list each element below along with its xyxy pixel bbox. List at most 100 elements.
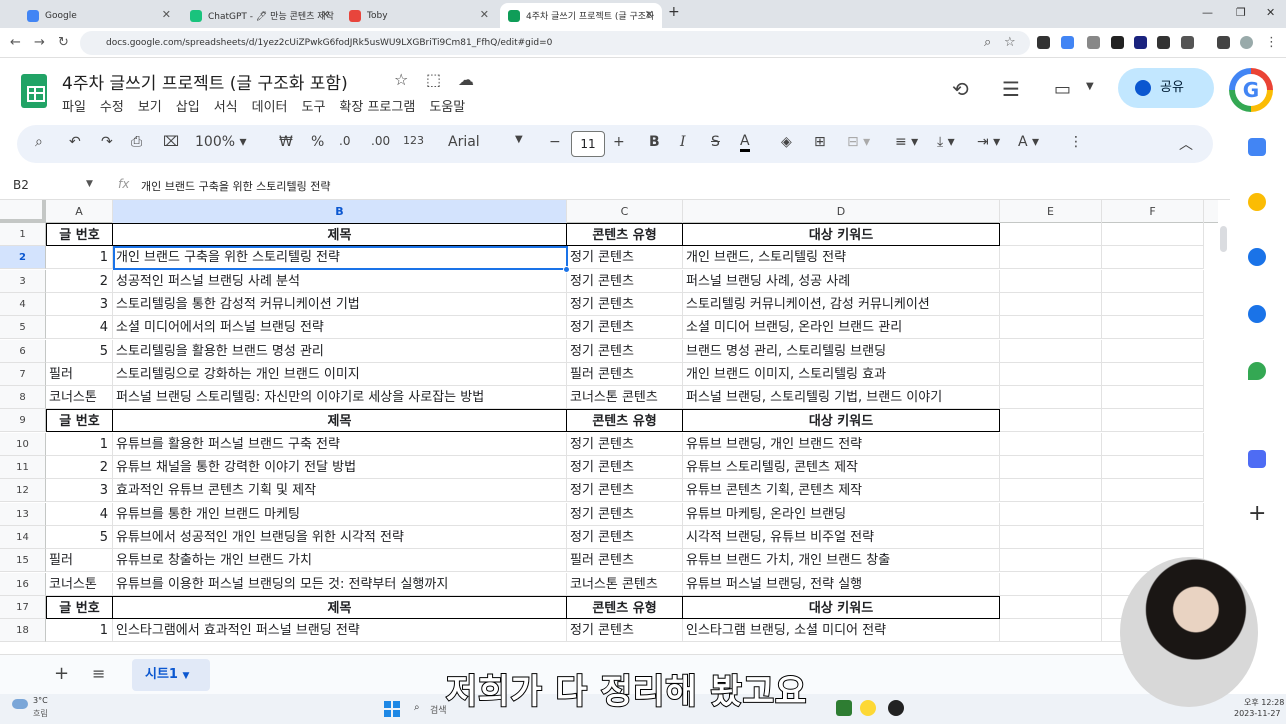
column-header-a[interactable]: A (46, 200, 113, 223)
empty-cell[interactable] (1000, 433, 1102, 456)
menu-item[interactable]: 데이터 (252, 96, 288, 115)
cell-a[interactable]: 필러 (46, 549, 113, 572)
bookmark-star-icon[interactable]: ☆ (1004, 35, 1016, 50)
cell-b[interactable]: 제목 (113, 223, 567, 246)
row-header[interactable]: 10 (0, 433, 46, 456)
row-header[interactable]: 18 (0, 619, 46, 642)
empty-cell[interactable] (1000, 573, 1102, 596)
menu-item[interactable]: 확장 프로그램 (339, 96, 415, 115)
column-header-f[interactable]: F (1102, 200, 1204, 223)
cell-a[interactable]: 5 (46, 340, 113, 363)
sound-icon[interactable] (1037, 36, 1050, 49)
empty-cell[interactable] (1102, 503, 1204, 526)
new-tab-button[interactable]: + (668, 4, 680, 20)
select-all-corner[interactable] (0, 200, 46, 223)
cell-c[interactable]: 정기 콘텐츠 (567, 340, 683, 363)
cell-d[interactable]: 퍼스널 브랜딩, 스토리텔링 기법, 브랜드 이야기 (683, 386, 1000, 409)
font-select[interactable]: Arial (448, 134, 480, 150)
menu-item[interactable]: 서식 (214, 96, 238, 115)
empty-cell[interactable] (1000, 293, 1102, 316)
addon-icon[interactable] (1248, 450, 1266, 468)
more-options-icon[interactable]: ⋮ (1069, 134, 1083, 150)
browser-tab[interactable]: Toby ✕ (341, 3, 497, 28)
empty-cell[interactable] (1000, 316, 1102, 339)
menu-item[interactable]: 파일 (62, 96, 86, 115)
empty-cell[interactable] (1000, 503, 1102, 526)
back-icon[interactable]: ← (10, 35, 21, 50)
scrollbar-thumb[interactable] (1220, 226, 1227, 252)
cell-a[interactable]: 글 번호 (46, 409, 113, 432)
column-header-b[interactable]: B (113, 200, 567, 223)
text-wrapping-icon[interactable]: ⇥ ▾ (977, 134, 1000, 150)
redo-icon[interactable]: ↷ (101, 134, 113, 150)
empty-cell[interactable] (1102, 270, 1204, 293)
empty-cell[interactable] (1102, 456, 1204, 479)
close-tab-icon[interactable]: ✕ (321, 8, 330, 21)
cell-b[interactable]: 유튜브를 이용한 퍼스널 브랜딩의 모든 것: 전략부터 실행까지 (113, 573, 567, 596)
browser-tab[interactable]: Google ✕ (19, 3, 179, 28)
cell-a[interactable]: 4 (46, 316, 113, 339)
cell-c[interactable]: 콘텐츠 유형 (567, 596, 683, 619)
cell-a[interactable]: 4 (46, 503, 113, 526)
font-size-input[interactable]: 11 (571, 131, 605, 157)
column-header-c[interactable]: C (567, 200, 683, 223)
strikethrough-icon[interactable]: S (711, 134, 720, 150)
row-header[interactable]: 5 (0, 316, 46, 339)
cell-c[interactable]: 코너스톤 콘텐츠 (567, 386, 683, 409)
collapse-menus-icon[interactable]: ︿ (1179, 134, 1193, 154)
cell-b[interactable]: 소셜 미디어에서의 퍼스널 브랜딩 전략 (113, 316, 567, 339)
cell-c[interactable]: 정기 콘텐츠 (567, 433, 683, 456)
cell-d[interactable]: 인스타그램 브랜딩, 소셜 미디어 전략 (683, 619, 1000, 642)
search-menus-icon[interactable]: ⌕ (35, 134, 43, 150)
merge-cells-icon[interactable]: ⊟ ▾ (847, 134, 870, 150)
cell-a[interactable]: 1 (46, 619, 113, 642)
contacts-icon[interactable] (1248, 305, 1266, 323)
close-tab-icon[interactable]: ✕ (645, 8, 654, 21)
cell-c[interactable]: 콘텐츠 유형 (567, 409, 683, 432)
cell-d[interactable]: 시각적 브랜딩, 유튜브 비주얼 전략 (683, 526, 1000, 549)
empty-cell[interactable] (1000, 526, 1102, 549)
cell-b[interactable]: 성공적인 퍼스널 브랜딩 사례 분석 (113, 270, 567, 293)
empty-cell[interactable] (1000, 246, 1102, 269)
zoom-select[interactable]: 100% ▾ (195, 134, 247, 150)
empty-cell[interactable] (1102, 409, 1204, 432)
zoom-icon[interactable]: ⌕ (984, 35, 991, 50)
cell-d[interactable]: 유튜브 마케팅, 온라인 브랜딩 (683, 503, 1000, 526)
empty-cell[interactable] (1102, 316, 1204, 339)
cell-c[interactable]: 필러 콘텐츠 (567, 363, 683, 386)
cell-c[interactable]: 코너스톤 콘텐츠 (567, 573, 683, 596)
cell-c[interactable]: 정기 콘텐츠 (567, 316, 683, 339)
cell-b[interactable]: 퍼스널 브랜딩 스토리텔링: 자신만의 이야기로 세상을 사로잡는 방법 (113, 386, 567, 409)
empty-cell[interactable] (1102, 386, 1204, 409)
taskbar-search-icon[interactable]: ⌕ (414, 702, 420, 713)
translate-icon[interactable] (1061, 36, 1074, 49)
cell-d[interactable]: 유튜브 브랜드 가치, 개인 브랜드 창출 (683, 549, 1000, 572)
row-header[interactable]: 12 (0, 479, 46, 502)
cell-d[interactable]: 소셜 미디어 브랜딩, 온라인 브랜드 관리 (683, 316, 1000, 339)
cell-a[interactable]: 2 (46, 270, 113, 293)
taskbar-search-label[interactable]: 검색 (430, 703, 447, 716)
column-header-e[interactable]: E (1000, 200, 1102, 223)
vertical-align-icon[interactable]: ⤓ ▾ (937, 134, 955, 150)
cell-d[interactable]: 스토리텔링 커뮤니케이션, 감성 커뮤니케이션 (683, 293, 1000, 316)
menu-item[interactable]: 보기 (138, 96, 162, 115)
cell-a[interactable]: 3 (46, 479, 113, 502)
text-color-icon[interactable]: A (740, 134, 750, 152)
sheets-logo-icon[interactable] (21, 74, 47, 108)
maximize-icon[interactable]: ❐ (1236, 6, 1246, 19)
profile-avatar[interactable] (1240, 36, 1253, 49)
browser-tab[interactable]: 4주차 글쓰기 프로젝트 (글 구조화 ✕ (500, 3, 662, 28)
font-dropdown-chevron-icon[interactable]: ▼ (515, 134, 523, 145)
fill-handle[interactable] (563, 266, 570, 273)
star-icon[interactable]: ☆ (394, 70, 408, 89)
share-button[interactable]: 공유 (1118, 68, 1214, 108)
app-icon[interactable] (836, 700, 852, 716)
comment-icon[interactable]: ☰ (1002, 77, 1020, 101)
empty-cell[interactable] (1000, 479, 1102, 502)
close-window-icon[interactable]: ✕ (1266, 6, 1275, 19)
cell-d[interactable]: 개인 브랜드 이미지, 스토리텔링 효과 (683, 363, 1000, 386)
add-sheet-icon[interactable]: + (54, 663, 69, 684)
row-header[interactable]: 6 (0, 340, 46, 363)
empty-cell[interactable] (1000, 619, 1102, 642)
bold-icon[interactable]: B (649, 134, 660, 150)
